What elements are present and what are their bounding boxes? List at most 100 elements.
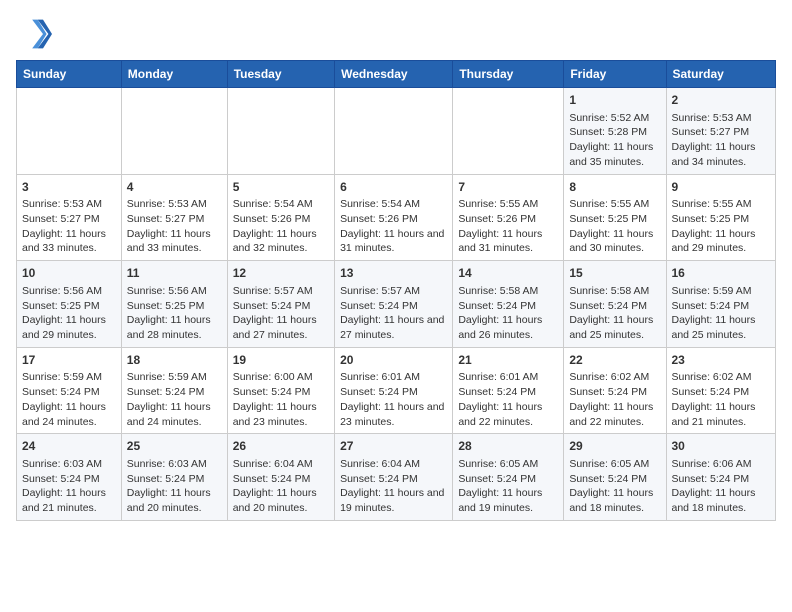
day-info: Sunrise: 5:57 AM <box>233 284 329 299</box>
day-info: Sunrise: 6:01 AM <box>340 370 447 385</box>
day-info: Sunset: 5:26 PM <box>233 212 329 227</box>
day-info: Sunset: 5:24 PM <box>127 472 222 487</box>
day-info: Sunset: 5:24 PM <box>569 472 660 487</box>
weekday-header: Tuesday <box>227 61 334 88</box>
day-number: 5 <box>233 179 329 196</box>
calendar-cell: 11Sunrise: 5:56 AMSunset: 5:25 PMDayligh… <box>121 261 227 348</box>
weekday-header: Sunday <box>17 61 122 88</box>
day-info: Daylight: 11 hours and 25 minutes. <box>569 313 660 342</box>
day-info: Daylight: 11 hours and 27 minutes. <box>233 313 329 342</box>
calendar-week-row: 17Sunrise: 5:59 AMSunset: 5:24 PMDayligh… <box>17 347 776 434</box>
day-info: Sunset: 5:24 PM <box>233 299 329 314</box>
calendar-header: SundayMondayTuesdayWednesdayThursdayFrid… <box>17 61 776 88</box>
calendar-cell: 2Sunrise: 5:53 AMSunset: 5:27 PMDaylight… <box>666 88 776 175</box>
day-info: Daylight: 11 hours and 34 minutes. <box>672 140 771 169</box>
day-info: Sunrise: 5:57 AM <box>340 284 447 299</box>
calendar-cell: 15Sunrise: 5:58 AMSunset: 5:24 PMDayligh… <box>564 261 666 348</box>
day-number: 30 <box>672 438 771 455</box>
calendar-cell: 23Sunrise: 6:02 AMSunset: 5:24 PMDayligh… <box>666 347 776 434</box>
weekday-header: Wednesday <box>335 61 453 88</box>
day-info: Sunrise: 6:04 AM <box>340 457 447 472</box>
day-number: 8 <box>569 179 660 196</box>
day-info: Sunset: 5:24 PM <box>233 385 329 400</box>
day-info: Sunrise: 5:55 AM <box>569 197 660 212</box>
day-info: Daylight: 11 hours and 28 minutes. <box>127 313 222 342</box>
day-number: 4 <box>127 179 222 196</box>
day-info: Sunset: 5:28 PM <box>569 125 660 140</box>
calendar-cell: 29Sunrise: 6:05 AMSunset: 5:24 PMDayligh… <box>564 434 666 521</box>
weekday-header: Saturday <box>666 61 776 88</box>
day-info: Daylight: 11 hours and 22 minutes. <box>569 400 660 429</box>
day-info: Sunset: 5:24 PM <box>672 385 771 400</box>
day-info: Sunset: 5:27 PM <box>22 212 116 227</box>
calendar-cell: 7Sunrise: 5:55 AMSunset: 5:26 PMDaylight… <box>453 174 564 261</box>
calendar-cell <box>453 88 564 175</box>
day-info: Sunset: 5:26 PM <box>458 212 558 227</box>
calendar-cell <box>17 88 122 175</box>
day-info: Sunrise: 6:00 AM <box>233 370 329 385</box>
day-info: Sunset: 5:24 PM <box>340 299 447 314</box>
day-info: Sunrise: 5:52 AM <box>569 111 660 126</box>
day-info: Sunset: 5:24 PM <box>672 299 771 314</box>
day-info: Sunset: 5:24 PM <box>22 472 116 487</box>
day-info: Sunrise: 5:56 AM <box>127 284 222 299</box>
day-number: 25 <box>127 438 222 455</box>
day-info: Daylight: 11 hours and 31 minutes. <box>458 227 558 256</box>
day-info: Sunset: 5:24 PM <box>458 385 558 400</box>
day-info: Daylight: 11 hours and 33 minutes. <box>127 227 222 256</box>
day-info: Daylight: 11 hours and 22 minutes. <box>458 400 558 429</box>
day-info: Daylight: 11 hours and 29 minutes. <box>672 227 771 256</box>
day-info: Sunset: 5:24 PM <box>569 299 660 314</box>
calendar-cell: 30Sunrise: 6:06 AMSunset: 5:24 PMDayligh… <box>666 434 776 521</box>
day-info: Sunrise: 5:53 AM <box>127 197 222 212</box>
day-info: Sunrise: 6:03 AM <box>127 457 222 472</box>
calendar-cell: 5Sunrise: 5:54 AMSunset: 5:26 PMDaylight… <box>227 174 334 261</box>
day-info: Sunset: 5:24 PM <box>233 472 329 487</box>
day-info: Daylight: 11 hours and 25 minutes. <box>672 313 771 342</box>
day-info: Sunrise: 5:58 AM <box>458 284 558 299</box>
logo-icon <box>16 16 52 52</box>
day-info: Daylight: 11 hours and 20 minutes. <box>233 486 329 515</box>
day-number: 13 <box>340 265 447 282</box>
day-info: Sunset: 5:24 PM <box>340 385 447 400</box>
day-info: Daylight: 11 hours and 30 minutes. <box>569 227 660 256</box>
day-info: Sunset: 5:27 PM <box>127 212 222 227</box>
logo <box>16 16 56 52</box>
day-info: Sunrise: 5:59 AM <box>672 284 771 299</box>
day-info: Sunrise: 6:06 AM <box>672 457 771 472</box>
calendar-week-row: 24Sunrise: 6:03 AMSunset: 5:24 PMDayligh… <box>17 434 776 521</box>
day-number: 22 <box>569 352 660 369</box>
day-number: 14 <box>458 265 558 282</box>
day-info: Daylight: 11 hours and 20 minutes. <box>127 486 222 515</box>
day-info: Sunrise: 5:54 AM <box>340 197 447 212</box>
day-info: Daylight: 11 hours and 18 minutes. <box>569 486 660 515</box>
day-info: Sunrise: 6:03 AM <box>22 457 116 472</box>
day-info: Sunset: 5:27 PM <box>672 125 771 140</box>
day-info: Sunset: 5:24 PM <box>22 385 116 400</box>
day-info: Sunrise: 5:53 AM <box>22 197 116 212</box>
day-info: Sunset: 5:24 PM <box>340 472 447 487</box>
day-info: Sunrise: 5:59 AM <box>127 370 222 385</box>
day-number: 21 <box>458 352 558 369</box>
calendar-cell: 12Sunrise: 5:57 AMSunset: 5:24 PMDayligh… <box>227 261 334 348</box>
calendar-cell: 19Sunrise: 6:00 AMSunset: 5:24 PMDayligh… <box>227 347 334 434</box>
day-info: Sunset: 5:24 PM <box>127 385 222 400</box>
day-number: 7 <box>458 179 558 196</box>
day-info: Sunset: 5:26 PM <box>340 212 447 227</box>
day-number: 27 <box>340 438 447 455</box>
day-number: 19 <box>233 352 329 369</box>
calendar-cell: 9Sunrise: 5:55 AMSunset: 5:25 PMDaylight… <box>666 174 776 261</box>
calendar-cell: 10Sunrise: 5:56 AMSunset: 5:25 PMDayligh… <box>17 261 122 348</box>
calendar-cell: 27Sunrise: 6:04 AMSunset: 5:24 PMDayligh… <box>335 434 453 521</box>
day-info: Sunset: 5:24 PM <box>569 385 660 400</box>
day-info: Daylight: 11 hours and 23 minutes. <box>340 400 447 429</box>
day-info: Sunset: 5:24 PM <box>458 299 558 314</box>
weekday-header: Friday <box>564 61 666 88</box>
day-info: Daylight: 11 hours and 24 minutes. <box>22 400 116 429</box>
day-info: Daylight: 11 hours and 29 minutes. <box>22 313 116 342</box>
day-info: Sunrise: 5:53 AM <box>672 111 771 126</box>
day-info: Sunrise: 6:05 AM <box>569 457 660 472</box>
day-number: 16 <box>672 265 771 282</box>
day-info: Sunrise: 6:05 AM <box>458 457 558 472</box>
day-info: Daylight: 11 hours and 24 minutes. <box>127 400 222 429</box>
